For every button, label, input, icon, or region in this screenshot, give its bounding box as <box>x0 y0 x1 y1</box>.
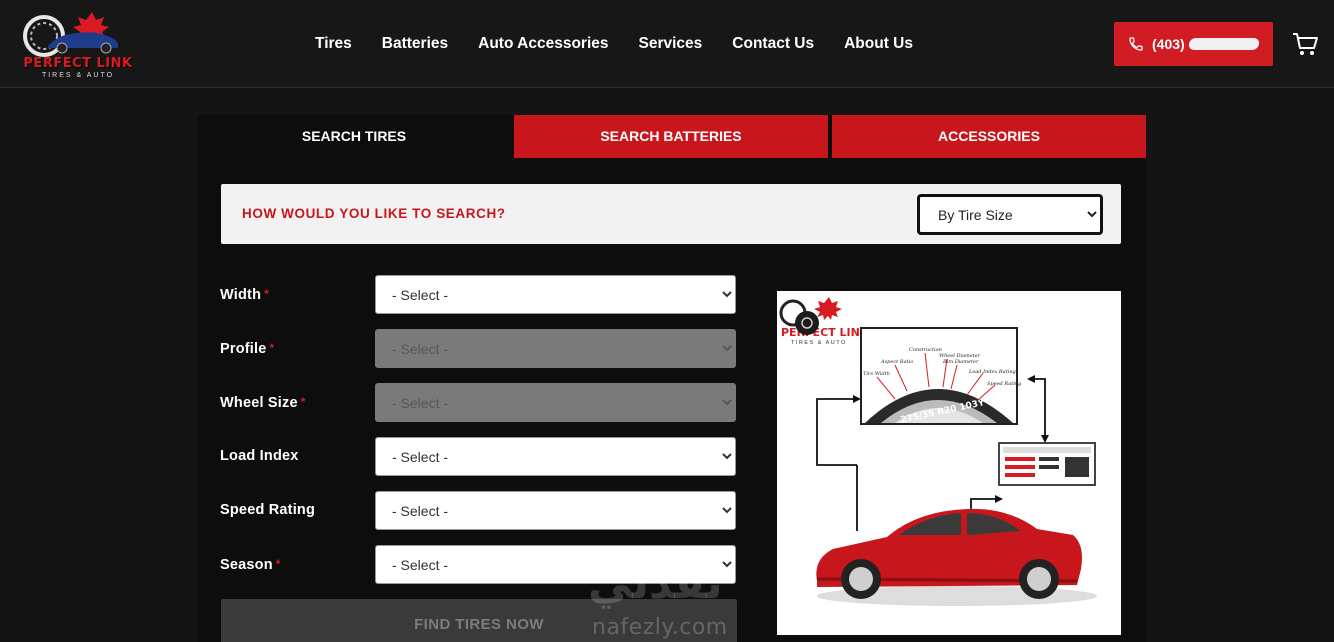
profile-select[interactable]: - Select - <box>375 329 736 368</box>
tire-size-diagram: PERFECT LINK TIRES & AUTO 275/35 R20 103… <box>777 291 1121 635</box>
logo-title: PERFECT LINK <box>23 56 133 71</box>
profile-label: Profile * <box>220 341 274 357</box>
phone-number: (403) <box>1152 36 1185 52</box>
wheel-size-select[interactable]: - Select - <box>375 383 736 422</box>
nav-batteries[interactable]: Batteries <box>367 33 463 55</box>
speed-rating-label: Speed Rating <box>220 502 315 518</box>
season-select[interactable]: - Select - <box>375 545 736 584</box>
required-mark: * <box>264 287 270 301</box>
tire-diagram-illustration: PERFECT LINK TIRES & AUTO 275/35 R20 103… <box>779 297 1097 606</box>
search-mode-bar: HOW WOULD YOU LIKE TO SEARCH? By Tire Si… <box>221 184 1121 244</box>
required-mark: * <box>275 557 281 571</box>
diagram-logo-title: PERFECT LINK <box>781 326 869 339</box>
required-mark: * <box>300 395 306 409</box>
nav-about-us[interactable]: About Us <box>829 33 928 55</box>
season-label-text: Season <box>220 557 273 573</box>
redacted-number <box>1187 38 1260 50</box>
profile-label-text: Profile <box>220 341 267 357</box>
cart-icon[interactable] <box>1291 30 1319 58</box>
callout-tire-width: Tire Width <box>863 371 890 377</box>
logo-subtitle: TIRES & AUTO <box>41 72 115 79</box>
speed-rating-select[interactable]: - Select - <box>375 491 736 530</box>
callout-load-index: Load Index Rating <box>968 369 1016 375</box>
tab-accessories[interactable]: ACCESSORIES <box>832 115 1146 158</box>
width-label-text: Width <box>220 287 262 303</box>
callout-speed-rating: Speed Rating <box>987 381 1021 387</box>
speed-rating-label-text: Speed Rating <box>220 502 316 518</box>
nav-auto-accessories[interactable]: Auto Accessories <box>463 33 623 55</box>
phone-button[interactable]: (403) <box>1114 22 1273 66</box>
logo-car-icon <box>23 12 119 57</box>
load-index-label-text: Load Index <box>220 448 299 464</box>
site-header: PERFECT LINK TIRES & AUTO Tires Batterie… <box>0 0 1334 88</box>
wheel-size-label: Wheel Size * <box>220 395 306 411</box>
nav-services[interactable]: Services <box>624 33 718 55</box>
load-index-select[interactable]: - Select - <box>375 437 736 476</box>
callout-construction: Construction <box>909 347 942 353</box>
tab-search-tires[interactable]: SEARCH TIRES <box>198 115 510 158</box>
site-logo[interactable]: PERFECT LINK TIRES & AUTO <box>18 8 138 82</box>
width-select[interactable]: - Select - <box>375 275 736 314</box>
season-label: Season * <box>220 557 281 573</box>
required-mark: * <box>269 341 275 355</box>
tab-search-batteries[interactable]: SEARCH BATTERIES <box>514 115 828 158</box>
search-tabs: SEARCH TIRES SEARCH BATTERIES ACCESSORIE… <box>198 115 1146 158</box>
main-nav: Tires Batteries Auto Accessories Service… <box>300 33 928 55</box>
search-mode-select[interactable]: By Tire Size <box>917 194 1103 235</box>
callout-rim-diameter: Rim Diameter <box>942 359 979 365</box>
wheel-size-label-text: Wheel Size <box>220 395 298 411</box>
load-index-label: Load Index <box>220 448 299 464</box>
find-tires-button[interactable]: FIND TIRES NOW <box>221 599 737 642</box>
width-label: Width * <box>220 287 269 303</box>
diagram-logo-subtitle: TIRES & AUTO <box>791 340 847 346</box>
nav-contact-us[interactable]: Contact Us <box>717 33 829 55</box>
callout-aspect-ratio: Aspect Ratio <box>880 359 913 365</box>
search-question: HOW WOULD YOU LIKE TO SEARCH? <box>242 206 506 221</box>
nav-tires[interactable]: Tires <box>300 33 367 55</box>
phone-icon <box>1129 37 1143 51</box>
